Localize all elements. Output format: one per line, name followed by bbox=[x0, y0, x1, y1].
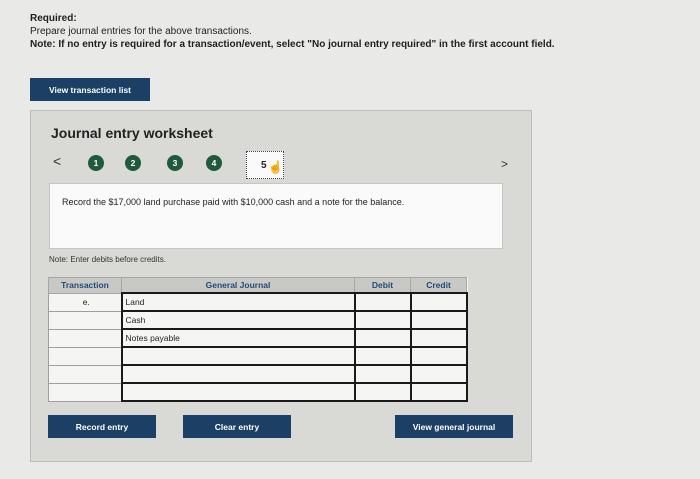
credit-field[interactable] bbox=[409, 382, 468, 402]
transaction-cell bbox=[48, 382, 122, 402]
step-1[interactable]: 1 bbox=[88, 155, 104, 171]
clear-entry-button[interactable]: Clear entry bbox=[183, 415, 291, 438]
transaction-cell bbox=[48, 364, 122, 384]
debit-field[interactable] bbox=[353, 292, 412, 312]
step-2[interactable]: 2 bbox=[125, 155, 141, 171]
credit-field[interactable] bbox=[409, 364, 468, 384]
header-general-journal: General Journal bbox=[121, 277, 355, 294]
account-field[interactable]: Cash bbox=[120, 310, 356, 330]
instruction-note: Note: If no entry is required for a tran… bbox=[30, 39, 555, 50]
journal-table: Transaction General Journal Debit Credit… bbox=[48, 277, 468, 402]
table-row bbox=[48, 346, 468, 366]
prepare-text: Prepare journal entries for the above tr… bbox=[30, 26, 252, 37]
hand-pointer-icon: ☝ bbox=[268, 160, 283, 174]
debit-field[interactable] bbox=[353, 328, 412, 348]
table-row: Cash bbox=[48, 310, 468, 330]
account-field[interactable]: Land bbox=[120, 292, 356, 312]
debit-field[interactable] bbox=[353, 382, 412, 402]
required-label: Required: bbox=[30, 13, 77, 24]
view-general-journal-button[interactable]: View general journal bbox=[395, 415, 513, 438]
step-3[interactable]: 3 bbox=[167, 155, 183, 171]
next-arrow-icon[interactable]: > bbox=[501, 157, 508, 171]
credit-field[interactable] bbox=[409, 328, 468, 348]
transaction-cell: e. bbox=[48, 292, 122, 312]
header-credit: Credit bbox=[410, 277, 467, 294]
account-field[interactable] bbox=[120, 346, 356, 366]
table-row bbox=[48, 382, 468, 402]
debit-field[interactable] bbox=[353, 346, 412, 366]
record-entry-button[interactable]: Record entry bbox=[48, 415, 156, 438]
header-transaction: Transaction bbox=[48, 277, 122, 294]
account-field[interactable]: Notes payable bbox=[120, 328, 356, 348]
credit-field[interactable] bbox=[409, 310, 468, 330]
table-row: e. Land bbox=[48, 292, 468, 312]
worksheet-title: Journal entry worksheet bbox=[51, 125, 213, 141]
table-row bbox=[48, 364, 468, 384]
prev-arrow-icon[interactable]: < bbox=[53, 153, 61, 169]
transaction-cell bbox=[48, 328, 122, 348]
account-field[interactable] bbox=[120, 382, 356, 402]
table-row: Notes payable bbox=[48, 328, 468, 348]
account-field[interactable] bbox=[120, 364, 356, 384]
step-4[interactable]: 4 bbox=[206, 155, 222, 171]
transaction-cell bbox=[48, 310, 122, 330]
debit-field[interactable] bbox=[353, 310, 412, 330]
note-debits-before-credits: Note: Enter debits before credits. bbox=[49, 255, 166, 264]
view-transaction-list-button[interactable]: View transaction list bbox=[30, 78, 150, 101]
credit-field[interactable] bbox=[409, 292, 468, 312]
description-text: Record the $17,000 land purchase paid wi… bbox=[62, 197, 405, 207]
instructions: Required: Prepare journal entries for th… bbox=[30, 12, 555, 51]
credit-field[interactable] bbox=[409, 346, 468, 366]
transaction-description: Record the $17,000 land purchase paid wi… bbox=[49, 183, 503, 249]
transaction-cell bbox=[48, 346, 122, 366]
header-debit: Debit bbox=[354, 277, 411, 294]
debit-field[interactable] bbox=[353, 364, 412, 384]
